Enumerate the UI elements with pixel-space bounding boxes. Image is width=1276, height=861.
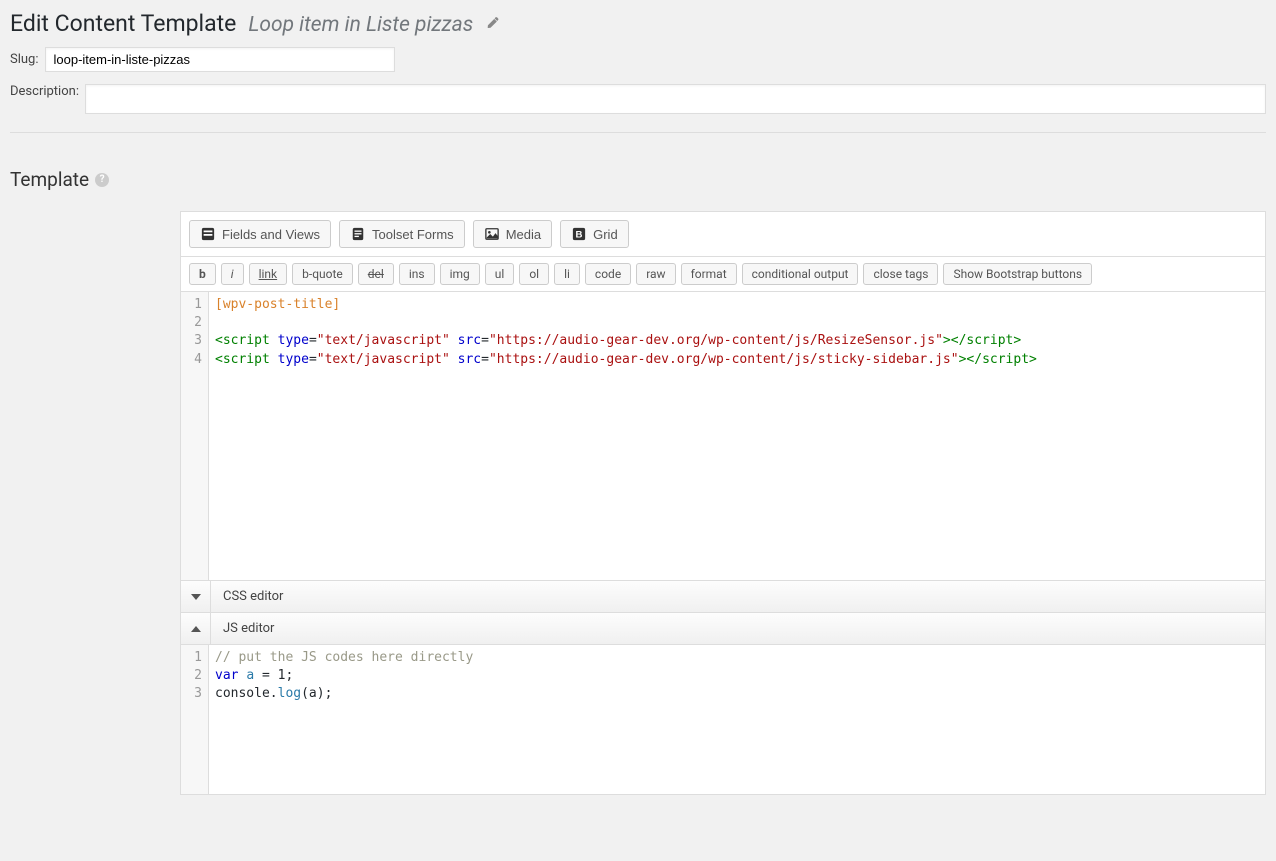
code-token: console. <box>215 686 278 701</box>
code-token: </ <box>951 333 967 348</box>
media-button[interactable]: Media <box>473 220 552 248</box>
media-icon <box>484 226 500 242</box>
line-num: 2 <box>191 314 202 332</box>
slug-label: Slug: <box>10 52 39 67</box>
code-token: (a); <box>301 686 332 701</box>
code-token: > <box>943 333 951 348</box>
code-token: // put the JS codes here directly <box>215 650 473 665</box>
li-button[interactable]: li <box>554 263 580 285</box>
code-token <box>270 352 278 367</box>
close-tags-button[interactable]: close tags <box>863 263 938 285</box>
css-editor-bar[interactable]: CSS editor <box>180 581 1266 613</box>
description-label: Description: <box>10 84 79 99</box>
line-num: 3 <box>191 332 202 350</box>
code-token: var <box>215 668 238 683</box>
code-token: < <box>215 333 223 348</box>
page-title: Edit Content Template <box>10 10 236 37</box>
template-heading-text: Template <box>10 168 89 191</box>
divider <box>10 132 1266 133</box>
code-token: = <box>481 352 489 367</box>
js-editor-label: JS editor <box>211 613 286 644</box>
line-num: 4 <box>191 351 202 369</box>
item-title: Loop item in Liste pizzas <box>248 13 473 37</box>
caret-up-icon[interactable] <box>181 613 211 644</box>
ul-button[interactable]: ul <box>485 263 515 285</box>
code-token <box>270 333 278 348</box>
code-token <box>450 333 458 348</box>
grid-button[interactable]: B Grid <box>560 220 629 248</box>
svg-text:B: B <box>576 230 583 241</box>
grid-icon: B <box>571 226 587 242</box>
code-token: src <box>458 352 481 367</box>
code-token: = <box>309 333 317 348</box>
js-code-editor[interactable]: 1 2 3 // put the JS codes here directly v… <box>180 645 1266 795</box>
html-gutter: 1 2 3 4 <box>181 292 209 580</box>
toolset-forms-icon <box>350 226 366 242</box>
line-num: 3 <box>191 685 202 703</box>
code-token: = <box>309 352 317 367</box>
line-num: 1 <box>191 649 202 667</box>
code-token: "text/javascript" <box>317 352 450 367</box>
code-token: src <box>458 333 481 348</box>
js-code-body[interactable]: // put the JS codes here directly var a =… <box>209 645 1265 794</box>
code-token: script <box>223 352 270 367</box>
css-editor-label: CSS editor <box>211 581 295 612</box>
code-token: = 1; <box>254 668 293 683</box>
format-button[interactable]: format <box>681 263 737 285</box>
code-token: log <box>278 686 301 701</box>
ol-button[interactable]: ol <box>519 263 549 285</box>
toolset-forms-button[interactable]: Toolset Forms <box>339 220 465 248</box>
js-editor-bar[interactable]: JS editor <box>180 613 1266 645</box>
conditional-output-button[interactable]: conditional output <box>742 263 859 285</box>
js-gutter: 1 2 3 <box>181 645 209 794</box>
slug-input[interactable] <box>45 47 395 72</box>
toolbar-main: Fields and Views Toolset Forms Media B G… <box>180 211 1266 256</box>
code-token: "text/javascript" <box>317 333 450 348</box>
toolbar-secondary: b i link b-quote del ins img ul ol li co… <box>180 256 1266 291</box>
b-button[interactable]: b <box>189 263 216 285</box>
media-label: Media <box>506 227 541 242</box>
help-icon[interactable]: ? <box>95 173 109 187</box>
caret-down-icon[interactable] <box>181 581 211 612</box>
code-token <box>450 352 458 367</box>
toolset-forms-label: Toolset Forms <box>372 227 454 242</box>
line-num: 1 <box>191 296 202 314</box>
show-bootstrap-button[interactable]: Show Bootstrap buttons <box>943 263 1092 285</box>
code-token: "https://audio-gear-dev.org/wp-content/j… <box>489 333 943 348</box>
code-token: type <box>278 333 309 348</box>
fields-views-icon <box>200 226 216 242</box>
code-token: script <box>966 333 1013 348</box>
bquote-button[interactable]: b-quote <box>292 263 353 285</box>
description-input[interactable] <box>85 84 1266 114</box>
raw-button[interactable]: raw <box>636 263 675 285</box>
code-token: script <box>982 352 1029 367</box>
link-button[interactable]: link <box>249 263 288 285</box>
code-token: a <box>246 668 254 683</box>
del-button[interactable]: del <box>358 263 394 285</box>
img-button[interactable]: img <box>440 263 480 285</box>
fields-views-label: Fields and Views <box>222 227 320 242</box>
line-num: 2 <box>191 667 202 685</box>
html-code-editor[interactable]: 1 2 3 4 [wpv-post-title] <script type="t… <box>180 291 1266 581</box>
pencil-icon[interactable] <box>485 17 499 35</box>
code-token: "https://audio-gear-dev.org/wp-content/j… <box>489 352 959 367</box>
code-token: [wpv-post-title] <box>215 297 340 312</box>
code-button[interactable]: code <box>585 263 631 285</box>
html-code-body[interactable]: [wpv-post-title] <script type="text/java… <box>209 292 1265 580</box>
grid-label: Grid <box>593 227 618 242</box>
code-token: </ <box>966 352 982 367</box>
code-token: type <box>278 352 309 367</box>
fields-views-button[interactable]: Fields and Views <box>189 220 331 248</box>
code-token: > <box>1013 333 1021 348</box>
code-token: > <box>1029 352 1037 367</box>
code-token: script <box>223 333 270 348</box>
ins-button[interactable]: ins <box>399 263 435 285</box>
code-token: = <box>481 333 489 348</box>
code-token: < <box>215 352 223 367</box>
template-heading: Template ? <box>10 168 1266 191</box>
i-button[interactable]: i <box>221 263 244 285</box>
